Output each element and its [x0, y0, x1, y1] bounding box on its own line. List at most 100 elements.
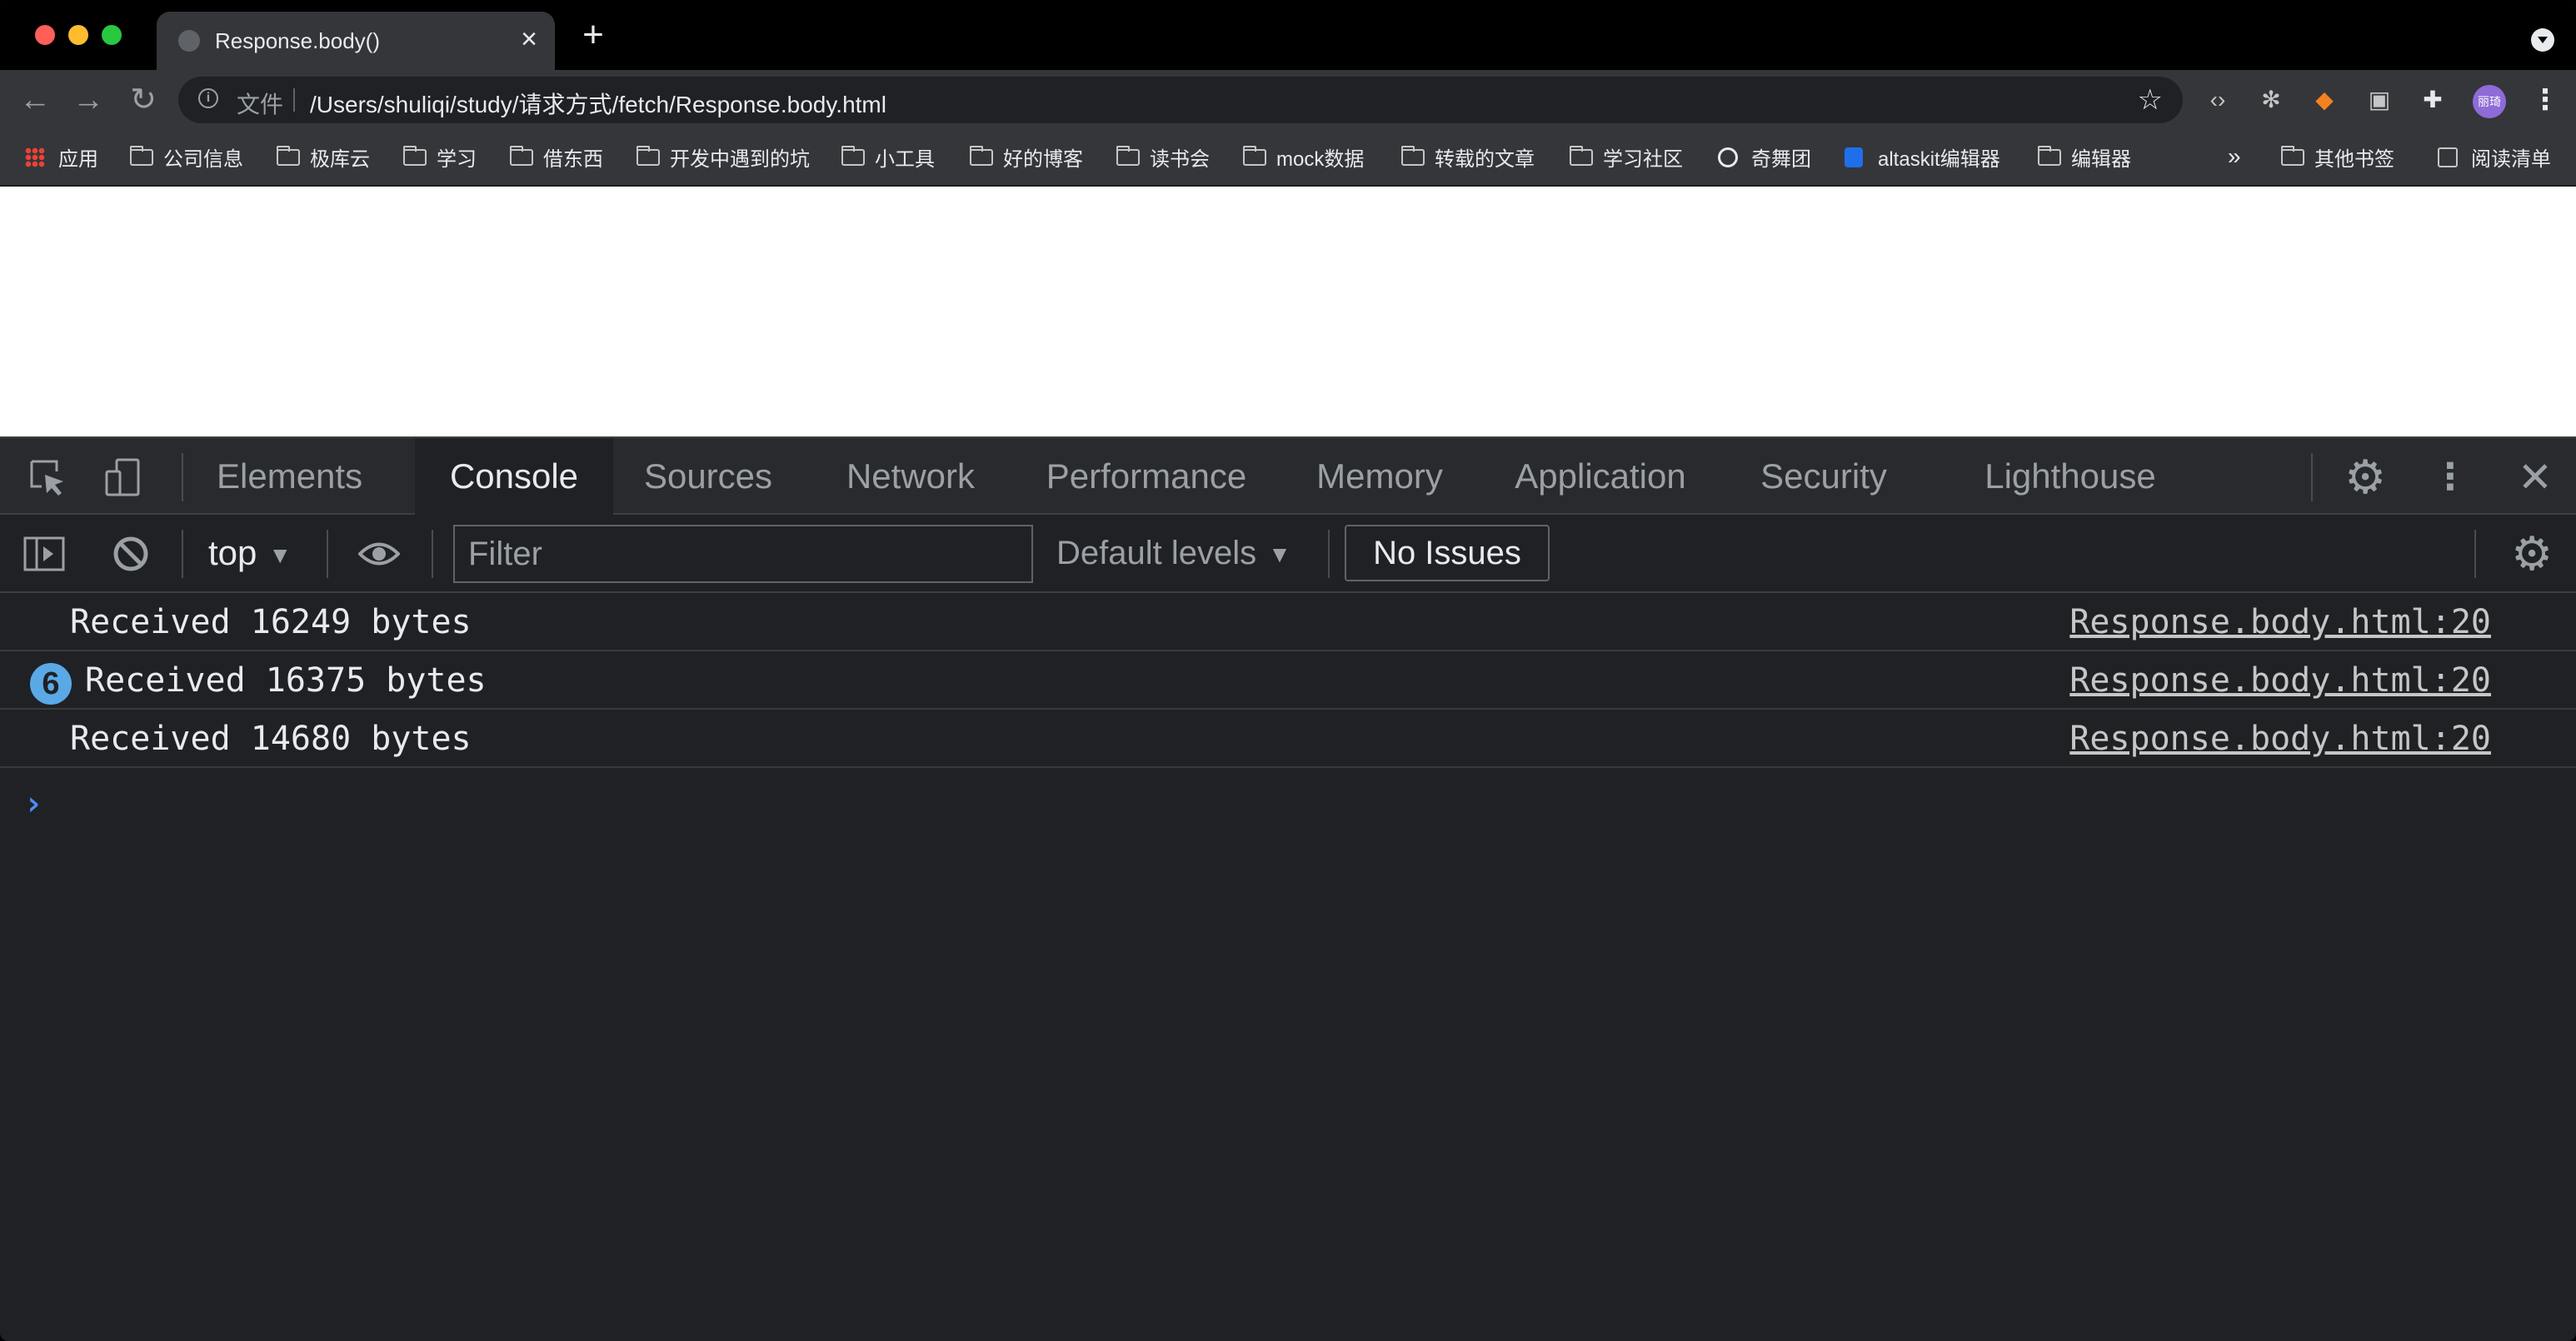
bookmark-folder[interactable]: 编辑器: [2038, 138, 2131, 175]
repeat-count-badge: 6: [30, 663, 72, 705]
tab-lighthouse[interactable]: Lighthouse: [1974, 438, 2166, 515]
folder-icon: [130, 146, 153, 166]
tab-title: Response.body(): [215, 28, 380, 53]
browser-window: Response.body() × + ← → ↻ i 文件 /Users/sh…: [0, 0, 2576, 1341]
source-link[interactable]: Response.body.html:20: [2069, 603, 2491, 641]
bookmark-apps[interactable]: 应用: [25, 138, 98, 175]
folder-icon: [1570, 146, 1593, 166]
bookmark-label: 编辑器: [2071, 147, 2131, 171]
bookmark-folder[interactable]: 极库云: [277, 138, 370, 175]
bookmarks-bar: 应用 公司信息 极库云 学习 借东西 开发中遇到的坑 小工具 好的博客 读书会 …: [0, 130, 2576, 187]
bookmark-label: 开发中遇到的坑: [670, 147, 810, 171]
tab-sources[interactable]: Sources: [638, 438, 778, 515]
more-options-icon[interactable]: ⋮: [2429, 456, 2471, 498]
divider: [182, 530, 183, 578]
puzzle-extensions-icon[interactable]: ✚: [2418, 85, 2448, 115]
console-message: Received 16249 bytes Response.body.html:…: [0, 593, 2576, 651]
tab-performance[interactable]: Performance: [1040, 438, 1253, 515]
bookmark-label: 好的博客: [1003, 147, 1083, 171]
console-message: Received 14680 bytes Response.body.html:…: [0, 710, 2576, 768]
bookmark-folder[interactable]: mock数据: [1243, 138, 1364, 175]
bookmark-folder[interactable]: 学习: [403, 138, 477, 175]
tab-console[interactable]: Console: [415, 438, 613, 515]
bookmark-label: mock数据: [1276, 147, 1365, 171]
divider: [2474, 530, 2476, 578]
reload-icon[interactable]: ↻: [125, 82, 162, 118]
tab-elements[interactable]: Elements: [217, 438, 362, 515]
bookmark-label: 奇舞团: [1751, 147, 1811, 171]
bookmark-link[interactable]: altaskit编辑器: [1845, 138, 2000, 175]
console-message: 6 Received 16375 bytes Response.body.htm…: [0, 651, 2576, 710]
divider: [327, 530, 328, 578]
tab-application[interactable]: Application: [1508, 438, 1693, 515]
bookmark-label: 极库云: [310, 147, 370, 171]
settings-gear-icon[interactable]: ⚙: [2344, 454, 2386, 501]
tab-security[interactable]: Security: [1753, 438, 1895, 515]
bookmark-star-icon[interactable]: ☆: [2138, 83, 2163, 117]
live-expression-eye-icon[interactable]: [358, 535, 400, 573]
context-label: top: [208, 533, 257, 572]
divider: [182, 453, 183, 501]
bookmarks-overflow-button[interactable]: »: [2228, 138, 2241, 175]
bookmark-folder[interactable]: 转载的文章: [1401, 138, 1535, 175]
bookmark-label: 公司信息: [163, 147, 243, 171]
sidebar-toggle-icon[interactable]: [23, 535, 65, 573]
tab-memory[interactable]: Memory: [1311, 438, 1448, 515]
browser-menu-icon[interactable]: ⋮: [2531, 83, 2559, 117]
context-selector[interactable]: top ▼: [208, 531, 292, 575]
browser-toolbar: ← → ↻ i 文件 /Users/shuliqi/study/请求方式/fet…: [0, 70, 2576, 130]
url-text[interactable]: /Users/shuliqi/study/请求方式/fetch/Response…: [310, 87, 886, 120]
code-icon[interactable]: ‹›: [2203, 85, 2233, 115]
info-icon[interactable]: i: [198, 88, 218, 108]
dropdown-caret-icon: ▼: [1268, 541, 1291, 568]
forward-arrow-icon[interactable]: →: [70, 82, 107, 118]
close-devtools-icon[interactable]: ✕: [2514, 456, 2556, 498]
divider: [1328, 530, 1330, 578]
globe-icon: [178, 30, 200, 52]
bookmark-folder[interactable]: 开发中遇到的坑: [637, 138, 810, 175]
clear-console-icon[interactable]: [110, 535, 152, 573]
globe-icon: [1718, 147, 1741, 167]
folder-icon: [637, 146, 660, 166]
close-window-button[interactable]: [35, 25, 55, 45]
tab-close-icon[interactable]: ×: [515, 25, 543, 53]
tab-search-icon[interactable]: [2531, 28, 2554, 52]
gitlab-fox-icon[interactable]: ◆: [2309, 85, 2339, 115]
folder-icon: [1401, 146, 1425, 166]
tab-network[interactable]: Network: [838, 438, 983, 515]
reading-list[interactable]: 阅读清单: [2438, 138, 2551, 175]
new-tab-button[interactable]: +: [577, 17, 610, 53]
page-viewport[interactable]: [0, 187, 2576, 436]
bookmark-label: 借东西: [543, 147, 603, 171]
source-link[interactable]: Response.body.html:20: [2069, 720, 2491, 758]
bookmark-label: 学习社区: [1603, 147, 1683, 171]
back-arrow-icon[interactable]: ←: [17, 82, 53, 118]
other-bookmarks[interactable]: 其他书签: [2281, 138, 2394, 175]
folder-icon: [841, 146, 865, 166]
bookmark-folder[interactable]: 小工具: [841, 138, 935, 175]
extension-robot-icon[interactable]: ▣: [2364, 85, 2394, 115]
filter-input[interactable]: [453, 525, 1033, 583]
log-levels-dropdown[interactable]: Default levels ▼: [1056, 531, 1291, 575]
bookmark-link[interactable]: 奇舞团: [1718, 138, 1811, 175]
extension-bug-icon[interactable]: ✻: [2256, 85, 2286, 115]
maximize-window-button[interactable]: [102, 25, 122, 45]
bookmark-folder[interactable]: 读书会: [1116, 138, 1210, 175]
source-link[interactable]: Response.body.html:20: [2069, 661, 2491, 700]
inspect-element-icon[interactable]: [27, 456, 68, 498]
address-bar[interactable]: i 文件 /Users/shuliqi/study/请求方式/fetch/Res…: [178, 77, 2183, 123]
console-settings-gear-icon[interactable]: ⚙: [2511, 531, 2553, 577]
profile-avatar[interactable]: 丽琦: [2473, 85, 2506, 118]
bookmark-folder[interactable]: 好的博客: [970, 138, 1083, 175]
bookmark-folder[interactable]: 学习社区: [1570, 138, 1683, 175]
folder-icon: [2281, 146, 2304, 166]
console-prompt-chevron-icon[interactable]: ›: [23, 785, 43, 823]
bookmark-folder[interactable]: 公司信息: [130, 138, 243, 175]
bookmark-label: altaskit编辑器: [1878, 147, 2000, 171]
device-toolbar-icon[interactable]: [103, 456, 145, 498]
browser-tab[interactable]: Response.body() ×: [157, 12, 555, 70]
bookmark-label: 读书会: [1150, 147, 1210, 171]
issues-button[interactable]: No Issues: [1345, 525, 1550, 581]
bookmark-folder[interactable]: 借东西: [510, 138, 603, 175]
minimize-window-button[interactable]: [68, 25, 88, 45]
